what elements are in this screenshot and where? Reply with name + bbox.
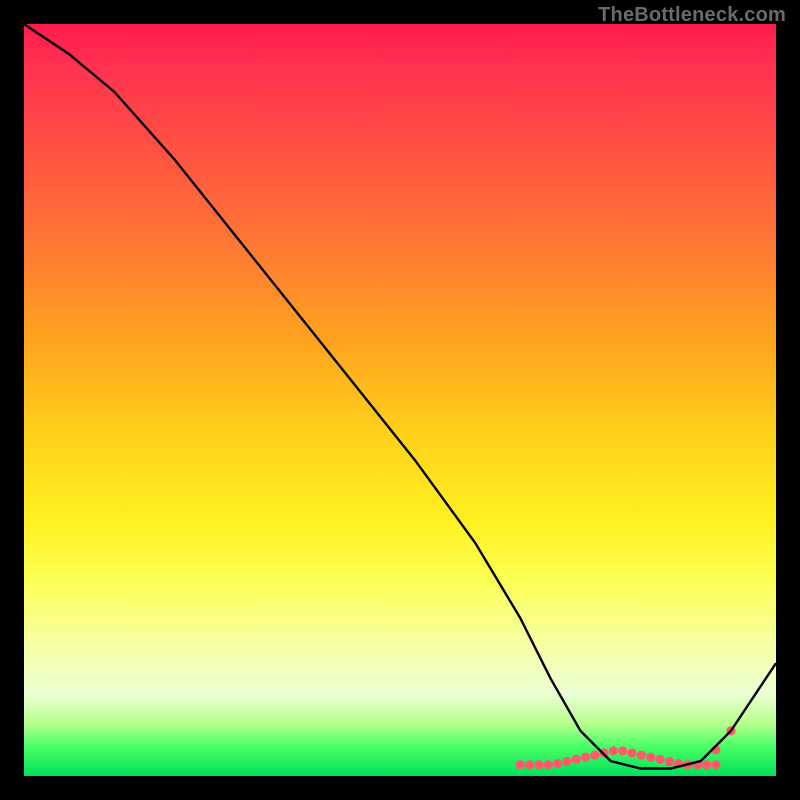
highlight-dot [646,753,655,762]
highlight-dot [711,760,720,769]
chart-overlay-svg [24,24,776,776]
highlight-dot [627,748,636,757]
highlight-dot [693,760,702,769]
highlight-dot [572,755,581,764]
highlight-dot [600,748,609,757]
highlight-dot [726,726,735,735]
highlight-dots [516,726,736,769]
highlight-dot [674,759,683,768]
highlight-dot [665,757,674,766]
highlight-dot [683,760,692,769]
highlight-dot [618,746,627,755]
chart-stage: TheBottleneck.com [0,0,800,800]
highlight-dot [553,759,562,768]
highlight-dot [637,751,646,760]
highlight-dot [544,760,553,769]
highlight-dot [590,751,599,760]
highlight-dot [655,755,664,764]
highlight-dot [562,757,571,766]
highlight-dot [516,760,525,769]
chart-curve [24,24,776,769]
highlight-dot [525,760,534,769]
highlight-dot [581,753,590,762]
highlight-dot [702,760,711,769]
highlight-dot [609,746,618,755]
watermark-text: TheBottleneck.com [598,4,786,27]
highlight-dot [534,760,543,769]
chart-plot-area [24,24,776,776]
highlight-dot [711,745,720,754]
